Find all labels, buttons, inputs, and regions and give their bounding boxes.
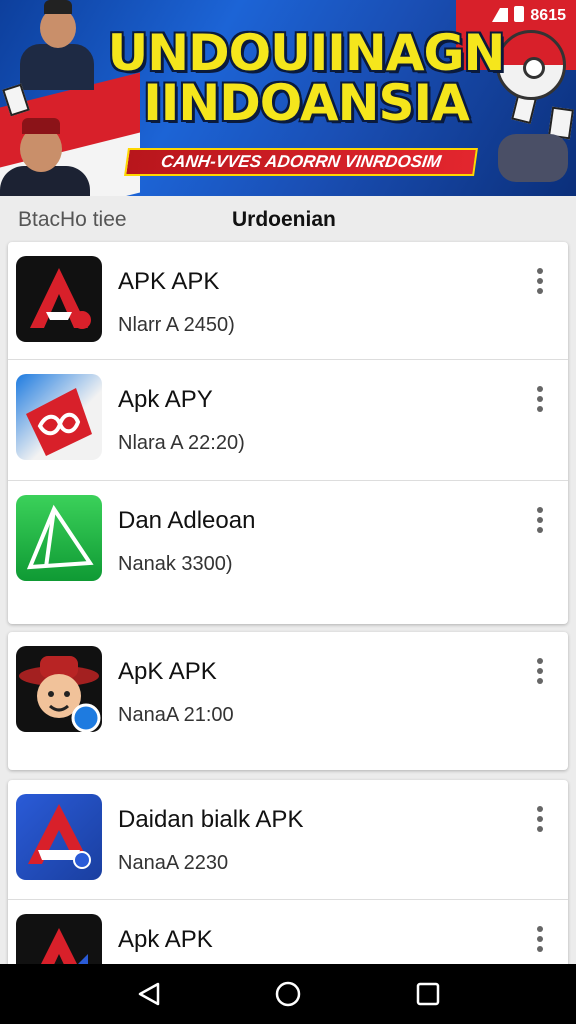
home-icon[interactable] <box>272 978 304 1010</box>
app-list-item[interactable]: Apk APY Nlara A 22:20) <box>8 360 568 481</box>
banner-title-line1: UNDOUIINAGN <box>107 24 506 82</box>
red-a-logo-icon <box>16 256 102 342</box>
app-list-item[interactable]: Dan Adleoan Nanak 3300) <box>8 481 568 602</box>
person-cap-1 <box>44 0 72 14</box>
banner-title: UNDOUIINAGN IINDOANSIA <box>96 28 516 128</box>
app-meta: Nlara A 22:20) <box>118 432 245 454</box>
more-options-icon[interactable] <box>530 926 550 958</box>
banner-title-line2: IINDOANSIA <box>143 74 470 132</box>
app-list-card: ApK APK NanaA 21:00 <box>8 632 568 770</box>
app-meta: NanaA 21:00 <box>118 704 234 726</box>
app-meta: Nanak 3300) <box>118 553 233 575</box>
back-icon[interactable] <box>134 978 166 1010</box>
more-options-icon[interactable] <box>530 806 550 838</box>
green-triangle-logo-icon <box>16 495 102 581</box>
more-options-icon[interactable] <box>530 386 550 418</box>
app-list-item[interactable]: Daidan bialk APK NanaA 2230 <box>8 780 568 900</box>
app-meta: NanaA 2230 <box>118 852 229 874</box>
more-options-icon[interactable] <box>530 268 550 300</box>
app-name: APK APK <box>118 268 220 295</box>
system-nav-bar <box>0 964 576 1024</box>
app-list-item[interactable]: ApK APK NanaA 21:00 <box>8 632 568 770</box>
person-illustration-1 <box>20 44 94 90</box>
battery-icon <box>514 6 525 22</box>
recent-apps-icon[interactable] <box>412 978 444 1010</box>
signal-icon <box>492 8 509 22</box>
cowboy-avatar-icon <box>16 646 102 732</box>
app-list-card: Daidan bialk APK NanaA 2230 Apk APK <box>8 780 568 980</box>
banner-ribbon: CANH-VVES ADORRN VINRDOSIM <box>124 148 478 176</box>
gamepad-icon <box>498 134 568 182</box>
app-name: ApK APK <box>118 658 217 685</box>
more-options-icon[interactable] <box>530 507 550 539</box>
status-time: 8615 <box>530 7 566 24</box>
app-name: Apk APY <box>118 386 213 413</box>
app-list-card: APK APK Nlarr A 2450) Apk APY Nlara A 22… <box>8 242 568 624</box>
blue-a-logo-icon <box>16 794 102 880</box>
app-name: Dan Adleoan <box>118 507 256 534</box>
status-bar: 8615 <box>492 6 566 25</box>
tab-bar: BtacHo tiee Urdoenian <box>0 196 576 242</box>
app-name: Apk APK <box>118 926 213 953</box>
person-cap-2 <box>22 118 60 134</box>
app-name: Daidan bialk APK <box>118 806 304 833</box>
app-meta: Nlarr A 2450) <box>118 314 235 336</box>
more-options-icon[interactable] <box>530 658 550 690</box>
red-infinity-logo-icon <box>16 374 102 460</box>
promo-banner[interactable]: 8615 UNDOUIINAGN IINDOANSIA CANH-VVES AD… <box>0 0 576 196</box>
banner-ribbon-text: CANH-VVES ADORRN VINRDOSIM <box>159 152 443 171</box>
app-list-item[interactable]: APK APK Nlarr A 2450) <box>8 242 568 360</box>
tab-first[interactable]: BtacHo tiee <box>18 208 127 232</box>
tab-second[interactable]: Urdoenian <box>232 208 336 232</box>
person-face-1 <box>40 8 76 48</box>
